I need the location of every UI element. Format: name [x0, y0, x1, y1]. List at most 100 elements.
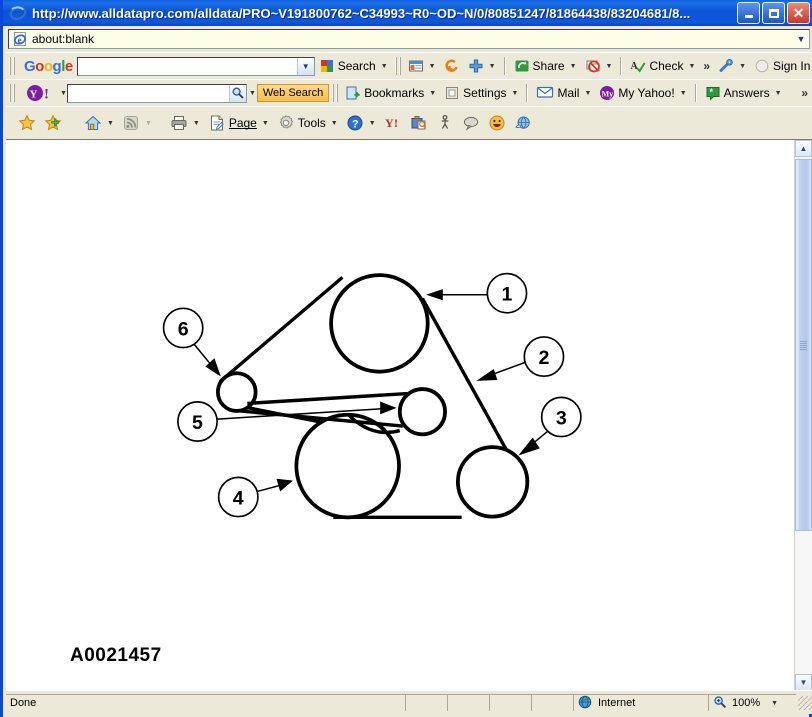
chevron-down-icon[interactable]: ▼	[489, 63, 496, 70]
svg-text:?: ?	[352, 118, 359, 130]
magnifier-dropdown-icon[interactable]	[228, 84, 246, 102]
google-check-label: Check	[649, 59, 684, 73]
yahoo-bookmarks-button[interactable]: Bookmarks ▼	[341, 83, 440, 103]
chevron-down-icon[interactable]: ▼	[249, 90, 256, 97]
google-check-button[interactable]: A Check ▼	[626, 56, 699, 76]
research-button[interactable]	[406, 112, 432, 134]
ie-page-icon: e	[12, 31, 28, 47]
google-search-input[interactable]: ▼	[76, 56, 315, 76]
add-favorite-button[interactable]	[40, 112, 66, 134]
callout-label-4: 4	[233, 488, 244, 510]
rss-feed-icon	[122, 114, 140, 132]
status-blank-cell	[405, 694, 447, 711]
yahoo-my-yahoo-button[interactable]: My My Yahoo! ▼	[595, 83, 690, 103]
toolbar-grip[interactable]	[332, 84, 339, 102]
chevron-down-icon[interactable]: ▼	[688, 63, 695, 70]
chevron-down-icon[interactable]: ▼	[429, 63, 436, 70]
minimize-button[interactable]	[737, 2, 760, 24]
chevron-down-icon[interactable]: ▼	[107, 120, 114, 127]
status-blank-cell	[489, 694, 531, 711]
chevron-down-icon[interactable]: ▼	[570, 63, 577, 70]
print-icon	[170, 114, 188, 132]
yahoo-search-input[interactable]	[66, 83, 247, 103]
feeds-button[interactable]: ▼	[118, 112, 156, 134]
google-spiral-button[interactable]	[440, 56, 464, 76]
toolbar-separator	[620, 57, 623, 75]
window-title: http://www.alldatapro.com/alldata/PRO~V1…	[32, 5, 691, 21]
gear-icon	[277, 114, 295, 132]
google-popup-blocker-button[interactable]: ▼	[581, 56, 617, 76]
messenger-button[interactable]	[510, 112, 536, 134]
svg-text:!: !	[44, 87, 49, 103]
google-search-button[interactable]: Search ▼	[315, 56, 392, 76]
chevron-down-icon[interactable]: ▼	[584, 90, 591, 97]
chevron-down-icon[interactable]: ▼	[739, 63, 746, 70]
chevron-down-icon[interactable]: ▼	[429, 90, 436, 97]
vertical-scroll-thumb[interactable]	[795, 159, 812, 531]
google-tools-button[interactable]: ▼	[714, 56, 750, 76]
chevron-down-icon[interactable]: ▼	[680, 90, 687, 97]
chevron-down-icon[interactable]: ▼	[262, 120, 269, 127]
svg-text:e: e	[15, 8, 20, 20]
toolbar-grip[interactable]	[9, 84, 15, 102]
chevron-down-icon[interactable]: ▼	[512, 90, 519, 97]
close-button[interactable]: ✕	[787, 2, 810, 24]
settings-icon	[444, 85, 460, 101]
yahoo-answers-button[interactable]: * Answers ▼	[701, 83, 786, 103]
print-button[interactable]: ▼	[166, 112, 204, 134]
chevron-down-icon[interactable]: ▼	[775, 90, 782, 97]
google-g-icon	[319, 58, 335, 74]
page-content: 1 2 3 4 5 6 A0021457 Item Desc	[6, 139, 812, 690]
chevron-down-icon[interactable]: ▼	[381, 63, 388, 70]
speech-bubble-button[interactable]	[458, 112, 484, 134]
scroll-up-button[interactable]: ▲	[795, 140, 812, 157]
chevron-down-icon[interactable]: ▼	[296, 57, 314, 75]
walking-person-button[interactable]	[432, 112, 458, 134]
leader-4	[256, 484, 280, 493]
toolbar-grip[interactable]	[9, 57, 15, 75]
callout-label-1: 1	[501, 284, 512, 306]
tools-button[interactable]: Tools ▼	[273, 112, 342, 134]
yahoo-settings-button[interactable]: Settings ▼	[440, 83, 522, 103]
toolbar-grip[interactable]	[394, 57, 401, 75]
zoom-control[interactable]: 100% ▼	[708, 694, 796, 711]
chevron-down-icon[interactable]: ▼	[331, 120, 338, 127]
scroll-down-button[interactable]: ▼	[795, 674, 812, 690]
resize-grip[interactable]	[798, 695, 812, 710]
toolbar-separator	[503, 57, 506, 75]
chevron-down-icon[interactable]: ▼	[369, 120, 376, 127]
chevron-down-icon[interactable]: ▼	[771, 700, 778, 707]
address-input[interactable]: e about:blank ▼	[8, 29, 810, 49]
callout-label-6: 6	[178, 318, 189, 340]
vertical-scrollbar[interactable]: ▲ ▼	[794, 140, 812, 690]
google-add-button[interactable]: ▼	[464, 56, 500, 76]
document-page: 1 2 3 4 5 6 A0021457 Item Desc	[6, 140, 795, 690]
page-button[interactable]: Page ▼	[204, 112, 273, 134]
chevron-down-icon[interactable]: ▼	[193, 120, 200, 127]
google-sign-in-button[interactable]: Sign In ▼	[750, 56, 812, 76]
envelope-icon	[536, 84, 554, 102]
chevron-down-icon[interactable]: ▼	[606, 63, 613, 70]
maximize-button[interactable]	[762, 2, 785, 24]
svg-text:Y: Y	[30, 89, 38, 101]
chevron-down-icon[interactable]: ▼	[60, 90, 67, 97]
chevron-double-right-icon[interactable]: »	[699, 59, 714, 73]
chevron-down-icon[interactable]: ▼	[793, 30, 809, 48]
yahoo-mail-button[interactable]: Mail ▼	[532, 82, 595, 104]
google-share-button[interactable]: Share ▼	[510, 56, 581, 76]
help-button[interactable]: ? ▼	[342, 112, 380, 134]
google-sidebar-button[interactable]: ▼	[404, 56, 440, 76]
google-sign-in-label: Sign In	[773, 59, 811, 73]
chevron-double-right-icon[interactable]: »	[797, 86, 812, 100]
smiley-button[interactable]	[484, 112, 510, 134]
yahoo-web-search-button[interactable]: Web Search	[256, 84, 330, 102]
scroll-track[interactable]	[795, 157, 812, 674]
security-zone[interactable]: Internet	[573, 694, 708, 711]
answers-icon: *	[705, 85, 721, 101]
home-button[interactable]: ▼	[80, 112, 118, 134]
yahoo-toolbar-button[interactable]: Y !	[380, 112, 406, 134]
magnifier-plus-icon	[713, 695, 729, 711]
google-search-label: Search	[337, 59, 376, 73]
favorites-button[interactable]	[14, 112, 40, 134]
diagram-code: A0021457	[70, 645, 162, 666]
